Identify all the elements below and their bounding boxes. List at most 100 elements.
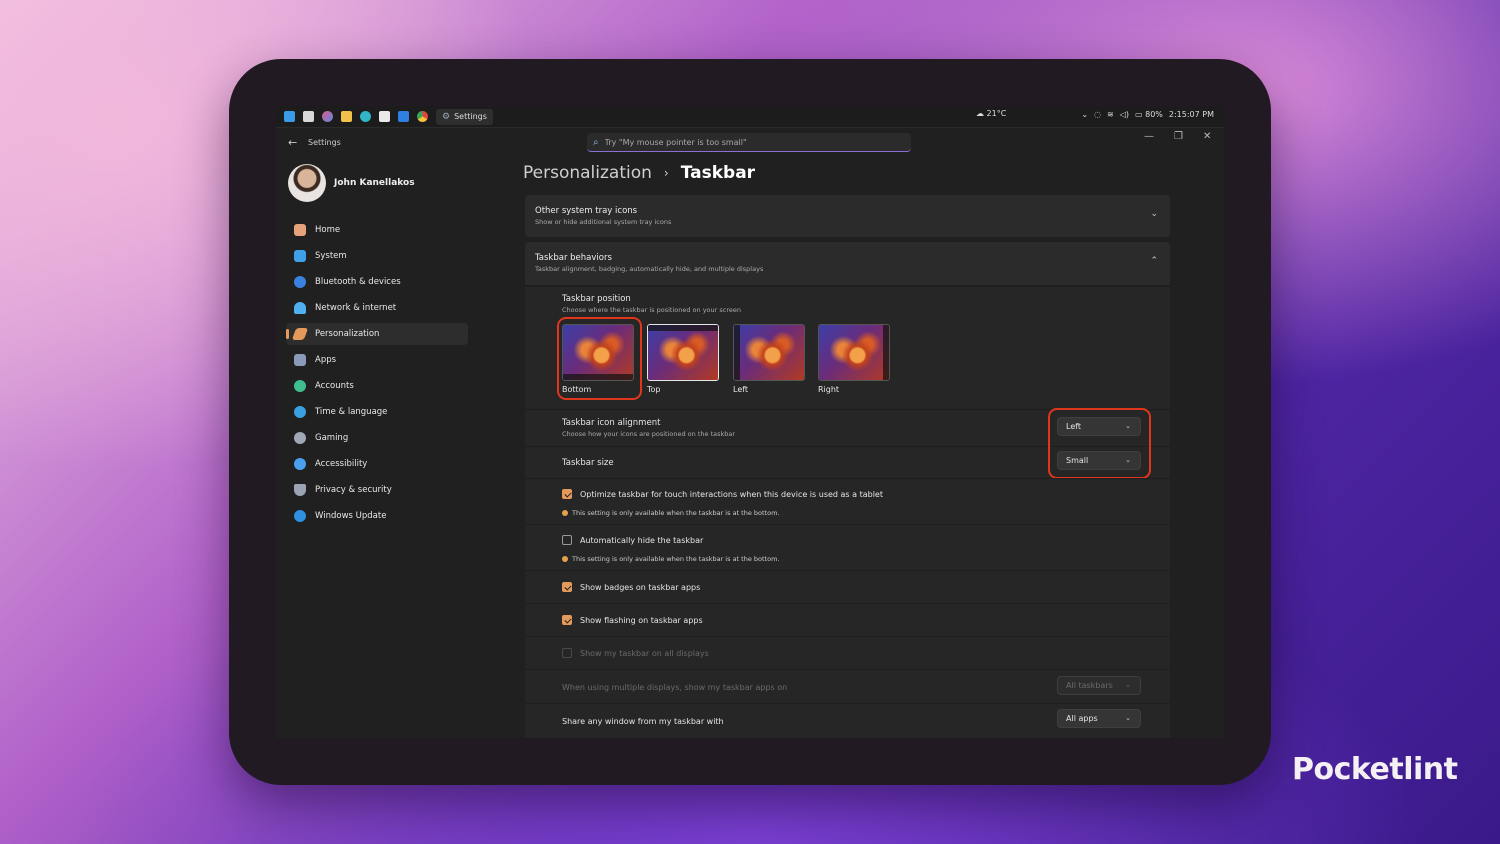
sidebar-item-label: Apps: [315, 355, 337, 365]
battery-indicator[interactable]: ▭ 80%: [1135, 110, 1163, 119]
screen: ⚙ Settings ☁ 21°C ⌄ ◌ ≋ ◁) ▭ 80% 2:15:07…: [276, 106, 1224, 738]
behaviors-card[interactable]: Taskbar behaviors Taskbar alignment, bad…: [525, 242, 1170, 285]
weather-temp: 21°C: [986, 109, 1007, 118]
behaviors-card-subtitle: Taskbar alignment, badging, automaticall…: [535, 265, 764, 273]
person-icon: [294, 380, 306, 392]
sidebar-item-bluetooth[interactable]: Bluetooth & devices: [286, 271, 468, 293]
info-dot-icon: [562, 556, 568, 562]
sidebar-item-system[interactable]: System: [286, 245, 468, 267]
breadcrumb: Personalization › Taskbar: [523, 163, 755, 183]
chevron-down-icon: ⌄: [1125, 714, 1131, 722]
system-tray: ⌄ ◌ ≋ ◁) ▭ 80% 2:15:07 PM: [1081, 110, 1214, 119]
sidebar-item-accessibility[interactable]: Accessibility: [286, 453, 468, 475]
brush-icon: [291, 328, 309, 340]
avatar: [288, 164, 326, 202]
sidebar-item-label: Accessibility: [315, 459, 368, 469]
note-text: This setting is only available when the …: [572, 509, 780, 517]
sidebar-item-privacy[interactable]: Privacy & security: [286, 479, 468, 501]
highlight-top-option: [557, 317, 642, 400]
edge-icon[interactable]: [360, 111, 371, 122]
sidebar-item-personalization[interactable]: Personalization: [286, 323, 468, 345]
wifi-icon: [294, 302, 306, 314]
sidebar-item-accounts[interactable]: Accounts: [286, 375, 468, 397]
search-icon: ⌕: [593, 136, 599, 148]
auto-hide-row: Automatically hide the taskbar This sett…: [525, 524, 1170, 570]
copilot-icon[interactable]: [322, 111, 333, 122]
flashing-label: Show flashing on taskbar apps: [580, 616, 703, 625]
volume-icon[interactable]: ◁): [1120, 110, 1129, 119]
taskbar-settings-label: Settings: [454, 112, 487, 121]
taskbar: ⚙ Settings ☁ 21°C ⌄ ◌ ≋ ◁) ▭ 80% 2:15:07…: [276, 106, 1224, 128]
position-option-top[interactable]: [647, 324, 719, 381]
shield-icon: [294, 484, 306, 496]
info-dot-icon: [562, 510, 568, 516]
badges-checkbox[interactable]: [562, 582, 572, 592]
sidebar-item-label: Time & language: [315, 407, 388, 417]
auto-hide-label: Automatically hide the taskbar: [580, 536, 704, 545]
optimize-touch-row: Optimize taskbar for touch interactions …: [525, 478, 1170, 524]
battery-icon: ▭: [1135, 110, 1143, 119]
chevron-up-icon[interactable]: ⌃: [1150, 256, 1158, 266]
sidebar-item-time-language[interactable]: Time & language: [286, 401, 468, 423]
close-icon[interactable]: ✕: [1203, 131, 1211, 142]
wallpaper-preview: [648, 325, 718, 380]
sidebar-item-gaming[interactable]: Gaming: [286, 427, 468, 449]
store-icon[interactable]: [379, 111, 390, 122]
sidebar-item-label: Home: [315, 225, 341, 235]
sidebar-item-label: Gaming: [315, 433, 349, 443]
chevron-down-icon: ⌄: [1125, 681, 1131, 689]
sidebar-item-windows-update[interactable]: Windows Update: [286, 505, 468, 527]
weather-icon: ☁: [976, 109, 984, 118]
sidebar-item-network[interactable]: Network & internet: [286, 297, 468, 319]
user-profile[interactable]: John Kanellakos: [288, 164, 415, 202]
auto-hide-checkbox[interactable]: [562, 535, 572, 545]
all-displays-checkbox[interactable]: [562, 648, 572, 658]
position-option-right[interactable]: [818, 324, 890, 381]
tray-app-icon[interactable]: ◌: [1094, 110, 1101, 119]
monitor-icon: [294, 250, 306, 262]
share-dropdown[interactable]: All apps ⌄: [1057, 709, 1141, 728]
search-input[interactable]: [602, 136, 897, 148]
tray-card-title: Other system tray icons: [535, 206, 638, 216]
taskbar-preview-left: [734, 325, 740, 380]
badges-row: Show badges on taskbar apps: [525, 570, 1170, 603]
breadcrumb-parent[interactable]: Personalization: [523, 163, 652, 183]
multi-display-value: All taskbars: [1066, 681, 1113, 690]
sidebar-item-apps[interactable]: Apps: [286, 349, 468, 371]
search-box[interactable]: ⌕: [587, 133, 911, 152]
chevron-down-icon[interactable]: ⌄: [1150, 209, 1158, 219]
weather-widget[interactable]: ☁ 21°C: [976, 109, 1006, 118]
sidebar-item-home[interactable]: Home: [286, 219, 468, 241]
sidebar-nav: Home System Bluetooth & devices Network …: [286, 219, 468, 531]
explorer-icon[interactable]: [303, 111, 314, 122]
clock[interactable]: 2:15:07 PM: [1169, 110, 1214, 119]
taskbar-settings-app[interactable]: ⚙ Settings: [436, 108, 493, 125]
all-displays-label: Show my taskbar on all displays: [580, 649, 709, 658]
tray-overflow-icon[interactable]: ⌄: [1081, 110, 1088, 119]
maximize-icon[interactable]: ❐: [1174, 131, 1183, 142]
minimize-icon[interactable]: —: [1144, 131, 1154, 142]
sidebar-item-label: Privacy & security: [315, 485, 392, 495]
sidebar-item-label: Network & internet: [315, 303, 397, 313]
share-value: All apps: [1066, 714, 1098, 723]
taskbar-preview-right: [883, 325, 889, 380]
chrome-icon[interactable]: [417, 111, 428, 122]
position-option-left[interactable]: [733, 324, 805, 381]
wifi-icon[interactable]: ≋: [1107, 110, 1114, 119]
multi-display-dropdown[interactable]: All taskbars ⌄: [1057, 676, 1141, 695]
back-arrow-icon[interactable]: ←: [288, 136, 297, 149]
position-label-right: Right: [818, 385, 840, 394]
mail-icon[interactable]: [398, 111, 409, 122]
alignment-subtitle: Choose how your icons are positioned on …: [562, 430, 736, 438]
windows-start-icon[interactable]: [284, 111, 295, 122]
tray-icons-card[interactable]: Other system tray icons Show or hide add…: [525, 195, 1170, 237]
highlight-dropdowns: [1048, 408, 1151, 479]
position-label-left: Left: [733, 385, 749, 394]
folder-icon[interactable]: [341, 111, 352, 122]
flashing-checkbox[interactable]: [562, 615, 572, 625]
optimize-touch-checkbox[interactable]: [562, 489, 572, 499]
tray-card-subtitle: Show or hide additional system tray icon…: [535, 218, 672, 226]
size-title: Taskbar size: [562, 458, 614, 468]
bluetooth-icon: [294, 276, 306, 288]
globe-clock-icon: [294, 406, 306, 418]
